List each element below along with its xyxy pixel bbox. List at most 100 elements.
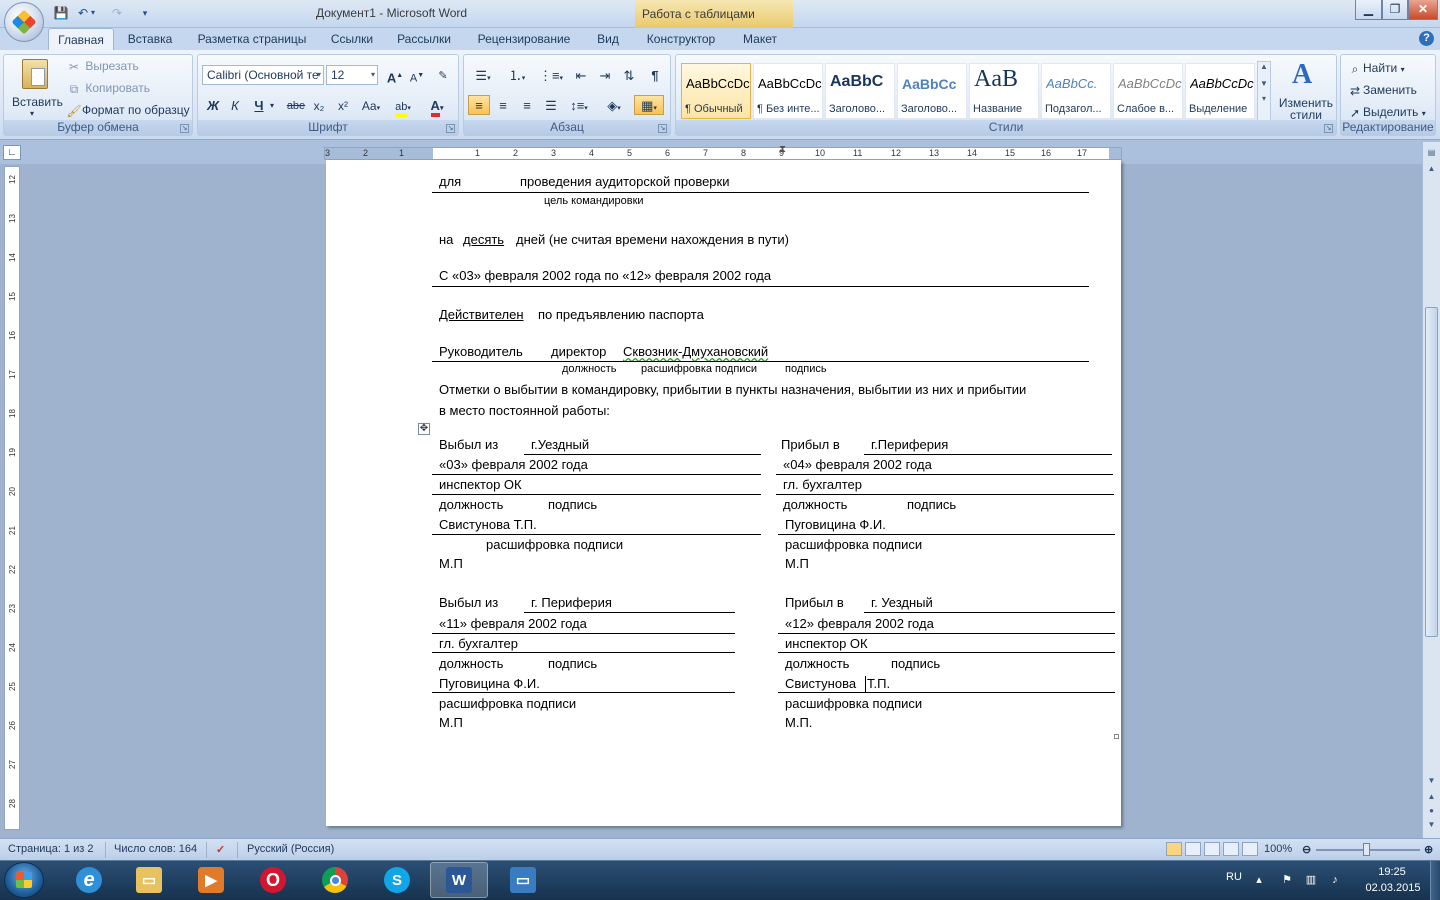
scroll-up-button[interactable]: ▲ (1424, 162, 1439, 176)
taskbar-opera[interactable]: O (244, 862, 302, 898)
zoom-level[interactable]: 100% (1264, 843, 1292, 855)
horizontal-ruler[interactable]: 3 2 1 1 2 3 4 5 6 7 8 9 10 11 12 13 14 1… (324, 144, 1122, 160)
taskbar-file-explorer[interactable]: ▭ (120, 862, 178, 898)
tab-design[interactable]: Конструктор (638, 28, 724, 50)
save-icon[interactable]: 💾 (52, 5, 70, 21)
paste-button[interactable]: Вставить ▾ (12, 57, 63, 118)
browse-object-button[interactable]: ● (1424, 804, 1439, 818)
dialog-launcher-icon[interactable]: ↘ (1324, 124, 1333, 133)
help-icon[interactable]: ? (1419, 31, 1434, 46)
subscript-button[interactable]: x₂ (308, 95, 330, 115)
tab-mailings[interactable]: Рассылки (390, 28, 458, 50)
style-tile-subtle-emphasis[interactable]: AaBbCcDc Слабое в... (1113, 63, 1183, 119)
align-left-button[interactable]: ≡ (468, 95, 490, 115)
sort-button[interactable]: ⇅ (618, 65, 640, 85)
font-color-button[interactable]: A▾ (422, 95, 452, 117)
outline-view-button[interactable] (1223, 842, 1239, 856)
print-layout-view-button[interactable] (1166, 842, 1182, 856)
show-desktop-button[interactable] (1430, 861, 1440, 900)
tab-view[interactable]: Вид (590, 28, 626, 50)
superscript-button[interactable]: x² (332, 95, 354, 115)
undo-dropdown-icon[interactable]: ▾ (88, 5, 98, 21)
clear-formatting-button[interactable]: ✎ (432, 65, 454, 85)
line-spacing-button[interactable]: ↕≡▾ (564, 95, 594, 115)
style-tile-title[interactable]: AaB Название (969, 63, 1039, 119)
change-styles-button[interactable]: A Изменить стили (1276, 57, 1336, 121)
tab-page-layout[interactable]: Разметка страницы (190, 28, 314, 50)
tab-home[interactable]: Главная (48, 28, 114, 50)
vertical-scrollbar[interactable]: ▤ ▲ ▼ ▲ ● ▼ (1422, 142, 1440, 838)
full-screen-reading-button[interactable] (1185, 842, 1201, 856)
select-button[interactable]: ➚ Выделить ▾ (1347, 105, 1426, 121)
underline-button[interactable]: Ч (248, 95, 270, 115)
minimize-button[interactable]: ▁ (1355, 0, 1382, 20)
replace-button[interactable]: ⇄ Заменить (1347, 83, 1417, 99)
scrollbar-thumb[interactable] (1425, 307, 1438, 637)
italic-button[interactable]: К (224, 95, 246, 115)
tab-selector-button[interactable]: ∟ (3, 145, 21, 160)
style-tile-heading2[interactable]: AaBbCc Заголово... (897, 63, 967, 119)
taskbar-internet-explorer[interactable]: e (60, 862, 118, 898)
next-page-button[interactable]: ▼ (1424, 818, 1439, 832)
office-button[interactable] (4, 2, 44, 42)
tab-layout[interactable]: Макет (734, 28, 786, 50)
indent-marker-icon[interactable]: ⧗ (779, 144, 786, 155)
tray-expand-icon[interactable]: ▴ (1252, 873, 1266, 887)
format-painter-button[interactable]: 🖌Формат по образцу (66, 103, 189, 119)
zoom-slider-thumb[interactable] (1363, 843, 1370, 856)
scroll-down-button[interactable]: ▼ (1424, 774, 1439, 788)
clock-time[interactable]: 19:25 (1370, 866, 1414, 878)
taskbar-media-player[interactable]: ▶ (182, 862, 240, 898)
numbering-button[interactable]: ⒈▾ (502, 65, 532, 85)
tab-review[interactable]: Рецензирование (468, 28, 580, 50)
increase-indent-button[interactable]: ⇥ (594, 65, 616, 85)
action-center-icon[interactable]: ⚑ (1280, 873, 1294, 887)
shrink-font-button[interactable]: A▼ (406, 65, 428, 85)
network-icon[interactable]: ▥ (1304, 873, 1318, 887)
style-tile-subtitle[interactable]: AaBbCc. Подзагол... (1041, 63, 1111, 119)
bold-button[interactable]: Ж (202, 95, 224, 115)
taskbar-word[interactable]: W (430, 862, 488, 898)
chevron-down-icon[interactable]: ▾ (270, 101, 274, 110)
align-right-button[interactable]: ≡ (516, 95, 538, 115)
start-button[interactable] (4, 862, 44, 898)
find-button[interactable]: ⌕ Найти ▾ (1347, 61, 1405, 77)
web-layout-button[interactable] (1204, 842, 1220, 856)
font-name-combo[interactable]: Calibri (Основной те ▾ (202, 65, 324, 85)
clock-date[interactable]: 02.03.2015 (1358, 882, 1428, 894)
show-marks-button[interactable]: ¶ (644, 65, 666, 85)
previous-page-button[interactable]: ▲ (1424, 790, 1439, 804)
word-count[interactable]: Число слов: 164 (114, 843, 197, 855)
zoom-in-icon[interactable]: ⊕ (1424, 843, 1433, 856)
align-center-button[interactable]: ≡ (492, 95, 514, 115)
page-count[interactable]: Страница: 1 из 2 (8, 843, 94, 855)
proofing-icon[interactable]: ✓ (216, 843, 225, 856)
style-tile-heading1[interactable]: AaBbC Заголово... (825, 63, 895, 119)
copy-button[interactable]: ⧉ Копировать (66, 81, 150, 97)
taskbar-window[interactable]: ▭ (494, 862, 552, 898)
style-tile-no-spacing[interactable]: AaBbCcDc ¶ Без инте... (753, 63, 823, 119)
change-case-button[interactable]: Aa▾ (358, 95, 384, 115)
bullets-button[interactable]: ☰▾ (468, 65, 498, 85)
grow-font-button[interactable]: A▲ (384, 65, 406, 85)
justify-button[interactable]: ☰ (540, 95, 562, 115)
multilevel-list-button[interactable]: ⋮≡▾ (536, 65, 566, 85)
taskbar-skype[interactable]: S (368, 862, 426, 898)
font-size-combo[interactable]: 12 ▾ (326, 65, 378, 85)
zoom-out-icon[interactable]: ⊖ (1302, 843, 1311, 856)
keyboard-language[interactable]: RU (1226, 871, 1242, 883)
vertical-ruler[interactable]: 12 13 14 15 16 17 18 19 20 21 22 23 24 25 26 27 28 (4, 166, 20, 830)
style-tile-emphasis[interactable]: AaBbCcDc Выделение (1185, 63, 1255, 119)
table-move-handle-icon[interactable]: ✥ (418, 423, 430, 435)
dialog-launcher-icon[interactable]: ↘ (180, 124, 189, 133)
close-button[interactable]: ✕ (1408, 0, 1438, 20)
tab-references[interactable]: Ссылки (322, 28, 382, 50)
borders-button[interactable]: ▦▾ (634, 95, 664, 115)
highlight-button[interactable]: ab▾ (388, 95, 418, 117)
maximize-button[interactable]: ❐ (1382, 0, 1408, 20)
qat-customize-icon[interactable]: ▾ (136, 5, 154, 21)
decrease-indent-button[interactable]: ⇤ (570, 65, 592, 85)
shading-button[interactable]: ◈▾ (598, 95, 630, 115)
strikethrough-button[interactable]: abe (282, 95, 310, 115)
dialog-launcher-icon[interactable]: ↘ (446, 124, 455, 133)
